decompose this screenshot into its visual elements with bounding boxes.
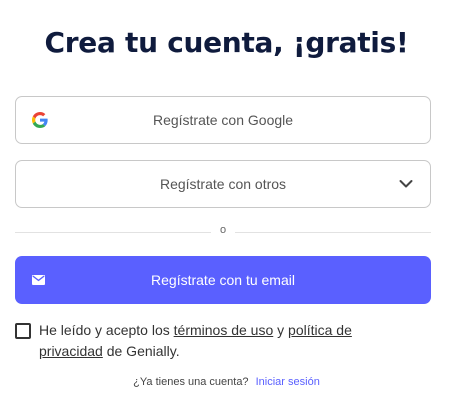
login-link[interactable]: Iniciar sesión [256, 376, 320, 388]
terms-connector: y [277, 322, 285, 338]
google-signup-button[interactable]: Regístrate con Google [15, 96, 431, 144]
divider-line-right [235, 232, 431, 233]
terms-of-use-link[interactable]: términos de uso [174, 322, 274, 338]
google-signup-label: Regístrate con Google [152, 112, 294, 128]
other-signup-dropdown[interactable]: Regístrate con otros [15, 160, 431, 208]
privacy-policy-link-cont[interactable]: privacidad [39, 343, 103, 359]
envelope-icon [32, 275, 45, 285]
other-signup-label: Regístrate con otros [159, 176, 287, 192]
terms-suffix: de Genially. [106, 343, 180, 359]
or-text: o [219, 224, 227, 236]
privacy-policy-link[interactable]: política de [288, 322, 352, 338]
google-logo-icon [32, 112, 48, 128]
login-prompt: ¿Ya tienes una cuenta? Iniciar sesión [0, 376, 453, 388]
email-signup-label: Regístrate con tu email [151, 272, 295, 288]
page-title: Crea tu cuenta, ¡gratis! [44, 26, 409, 59]
terms-prefix: He leído y acepto los [39, 322, 170, 338]
chevron-down-icon [399, 180, 413, 188]
or-divider: o [15, 224, 431, 240]
terms-text: He leído y acepto los términos de uso y … [39, 320, 431, 362]
terms-checkbox[interactable] [15, 323, 31, 339]
email-signup-button[interactable]: Regístrate con tu email [15, 256, 431, 304]
login-question: ¿Ya tienes una cuenta? [133, 376, 249, 388]
terms-agreement: He leído y acepto los términos de uso y … [15, 320, 431, 362]
